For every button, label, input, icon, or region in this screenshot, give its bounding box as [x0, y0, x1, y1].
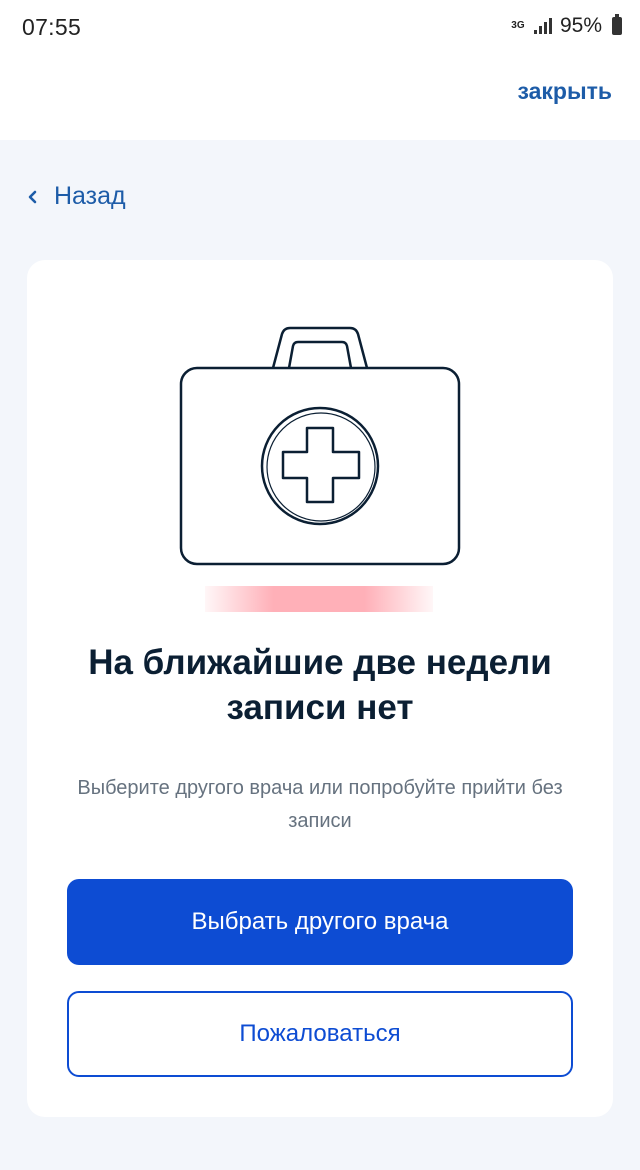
status-time: 07:55 [22, 14, 82, 40]
no-appointments-card: На ближайшие две недели записи нет Выбер… [27, 260, 613, 1117]
back-button[interactable]: Назад [26, 182, 126, 211]
close-link[interactable]: закрыть [517, 78, 612, 105]
status-bar: 07:55 3G 95% [0, 0, 640, 56]
signal-icon [533, 18, 552, 34]
page-title: На ближайшие две недели записи нет [88, 643, 552, 727]
medical-kit-icon [179, 326, 461, 566]
battery-percent: 95% [559, 14, 602, 37]
complain-button[interactable]: Пожаловаться [67, 991, 573, 1077]
battery-icon [612, 14, 622, 35]
choose-another-doctor-button[interactable]: Выбрать другого врача [67, 879, 573, 965]
chevron-left-icon [28, 190, 37, 203]
back-label: Назад [54, 182, 126, 210]
page-subtitle: Выберите другого врача или попробуйте пр… [77, 777, 563, 832]
illustration-shadow [205, 586, 433, 612]
top-bar: закрыть [0, 56, 640, 140]
status-indicators: 3G 95% [510, 14, 622, 38]
network-type-icon: 3G [511, 20, 525, 31]
